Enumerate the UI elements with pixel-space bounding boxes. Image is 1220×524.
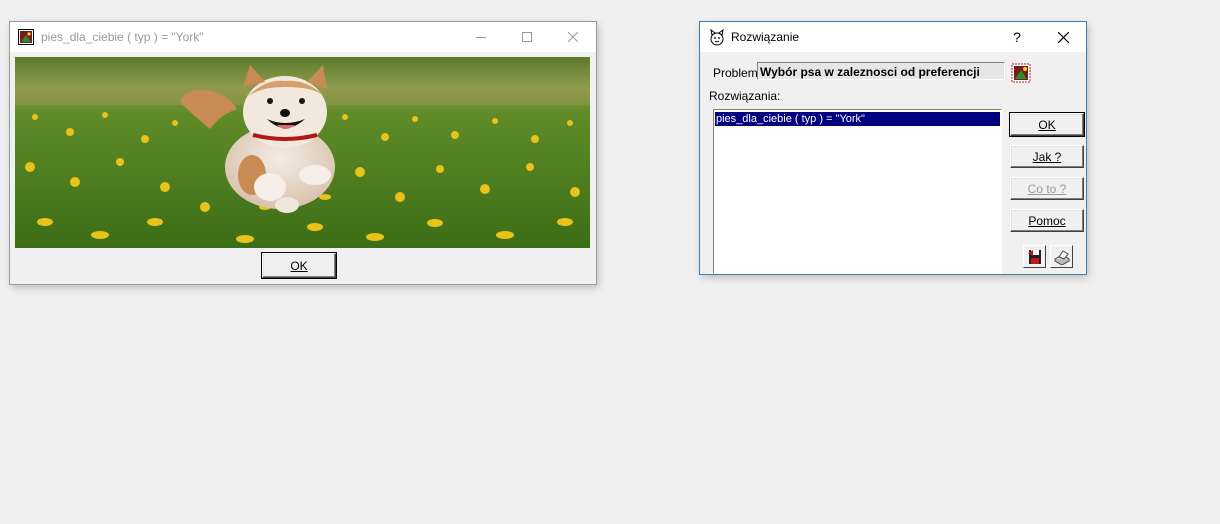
problem-field: Wybór psa w zaleznosci od preferencji <box>757 62 1005 80</box>
list-item[interactable]: pies_dla_ciebie ( typ ) = "York" <box>714 111 1001 127</box>
printer-icon <box>1053 249 1070 265</box>
ok-button[interactable]: OK <box>1009 112 1085 137</box>
maximize-button[interactable] <box>504 22 550 52</box>
close-icon <box>1057 31 1069 43</box>
minimize-icon <box>476 37 486 38</box>
app-icon <box>18 29 34 45</box>
image-ok-button[interactable]: OK <box>261 252 337 279</box>
jak-button[interactable]: Jak ? <box>1010 145 1084 168</box>
solution-window-titlebar[interactable]: Rozwiązanie ? <box>700 22 1086 52</box>
help-button[interactable]: ? <box>994 22 1040 52</box>
print-button[interactable] <box>1050 245 1073 268</box>
problem-image-icon[interactable] <box>1011 63 1031 83</box>
problem-label: Problem <box>713 66 758 80</box>
cat-app-icon <box>710 29 724 46</box>
dog-photo <box>15 57 590 248</box>
minimize-button[interactable] <box>458 22 504 52</box>
solution-window-title: Rozwiązanie <box>731 30 800 44</box>
close-icon <box>568 32 578 42</box>
solutions-list[interactable]: pies_dla_ciebie ( typ ) = "York" <box>713 109 1002 274</box>
maximize-icon <box>522 32 532 42</box>
image-window-titlebar[interactable]: pies_dla_ciebie ( typ ) = "York" <box>10 22 596 52</box>
solutions-label: Rozwiązania: <box>709 89 781 103</box>
pomoc-button[interactable]: Pomoc <box>1010 209 1084 232</box>
help-icon: ? <box>1013 29 1021 45</box>
image-window-title: pies_dla_ciebie ( typ ) = "York" <box>41 30 204 44</box>
save-button[interactable] <box>1023 245 1046 268</box>
image-window: pies_dla_ciebie ( typ ) = "York" OK <box>10 22 596 284</box>
close-button[interactable] <box>1040 22 1086 52</box>
floppy-disk-icon <box>1027 249 1041 264</box>
close-button[interactable] <box>550 22 596 52</box>
solution-window: Rozwiązanie ? Problem Wybór psa w zalezn… <box>700 22 1086 274</box>
co-to-button: Co to ? <box>1010 177 1084 200</box>
